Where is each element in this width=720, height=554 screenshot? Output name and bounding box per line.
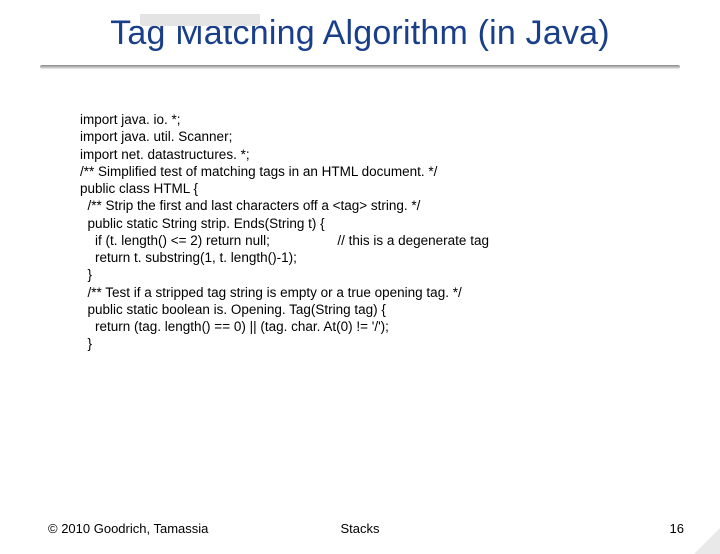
code-block: import java. io. *; import java. util. S… — [80, 111, 720, 353]
code-line: /** Strip the first and last characters … — [80, 198, 420, 213]
title-underline — [40, 65, 680, 69]
code-line: if (t. length() <= 2) return null; — [80, 233, 270, 248]
footer-center: Stacks — [0, 521, 720, 536]
code-comment: // this is a degenerate tag — [337, 233, 489, 248]
code-line: public class HTML { — [80, 181, 198, 196]
code-line: /** Simplified test of matching tags in … — [80, 164, 437, 179]
code-line: public static String strip. Ends(String … — [80, 216, 325, 231]
page-number: 16 — [670, 521, 684, 536]
code-line: import net. datastructures. *; — [80, 147, 250, 162]
page-curl-icon — [694, 528, 720, 554]
slide-title: Tag Matching Algorithm (in Java) — [0, 14, 720, 53]
code-line: /** Test if a stripped tag string is emp… — [80, 285, 462, 300]
slide-tab — [140, 14, 260, 26]
code-line: import java. util. Scanner; — [80, 129, 232, 144]
code-line: } — [80, 267, 92, 282]
code-line: } — [80, 336, 92, 351]
code-line: return (tag. length() == 0) || (tag. cha… — [80, 319, 389, 334]
code-line: import java. io. *; — [80, 112, 181, 127]
code-line: return t. substring(1, t. length()-1); — [80, 250, 297, 265]
code-line: public static boolean is. Opening. Tag(S… — [80, 302, 386, 317]
